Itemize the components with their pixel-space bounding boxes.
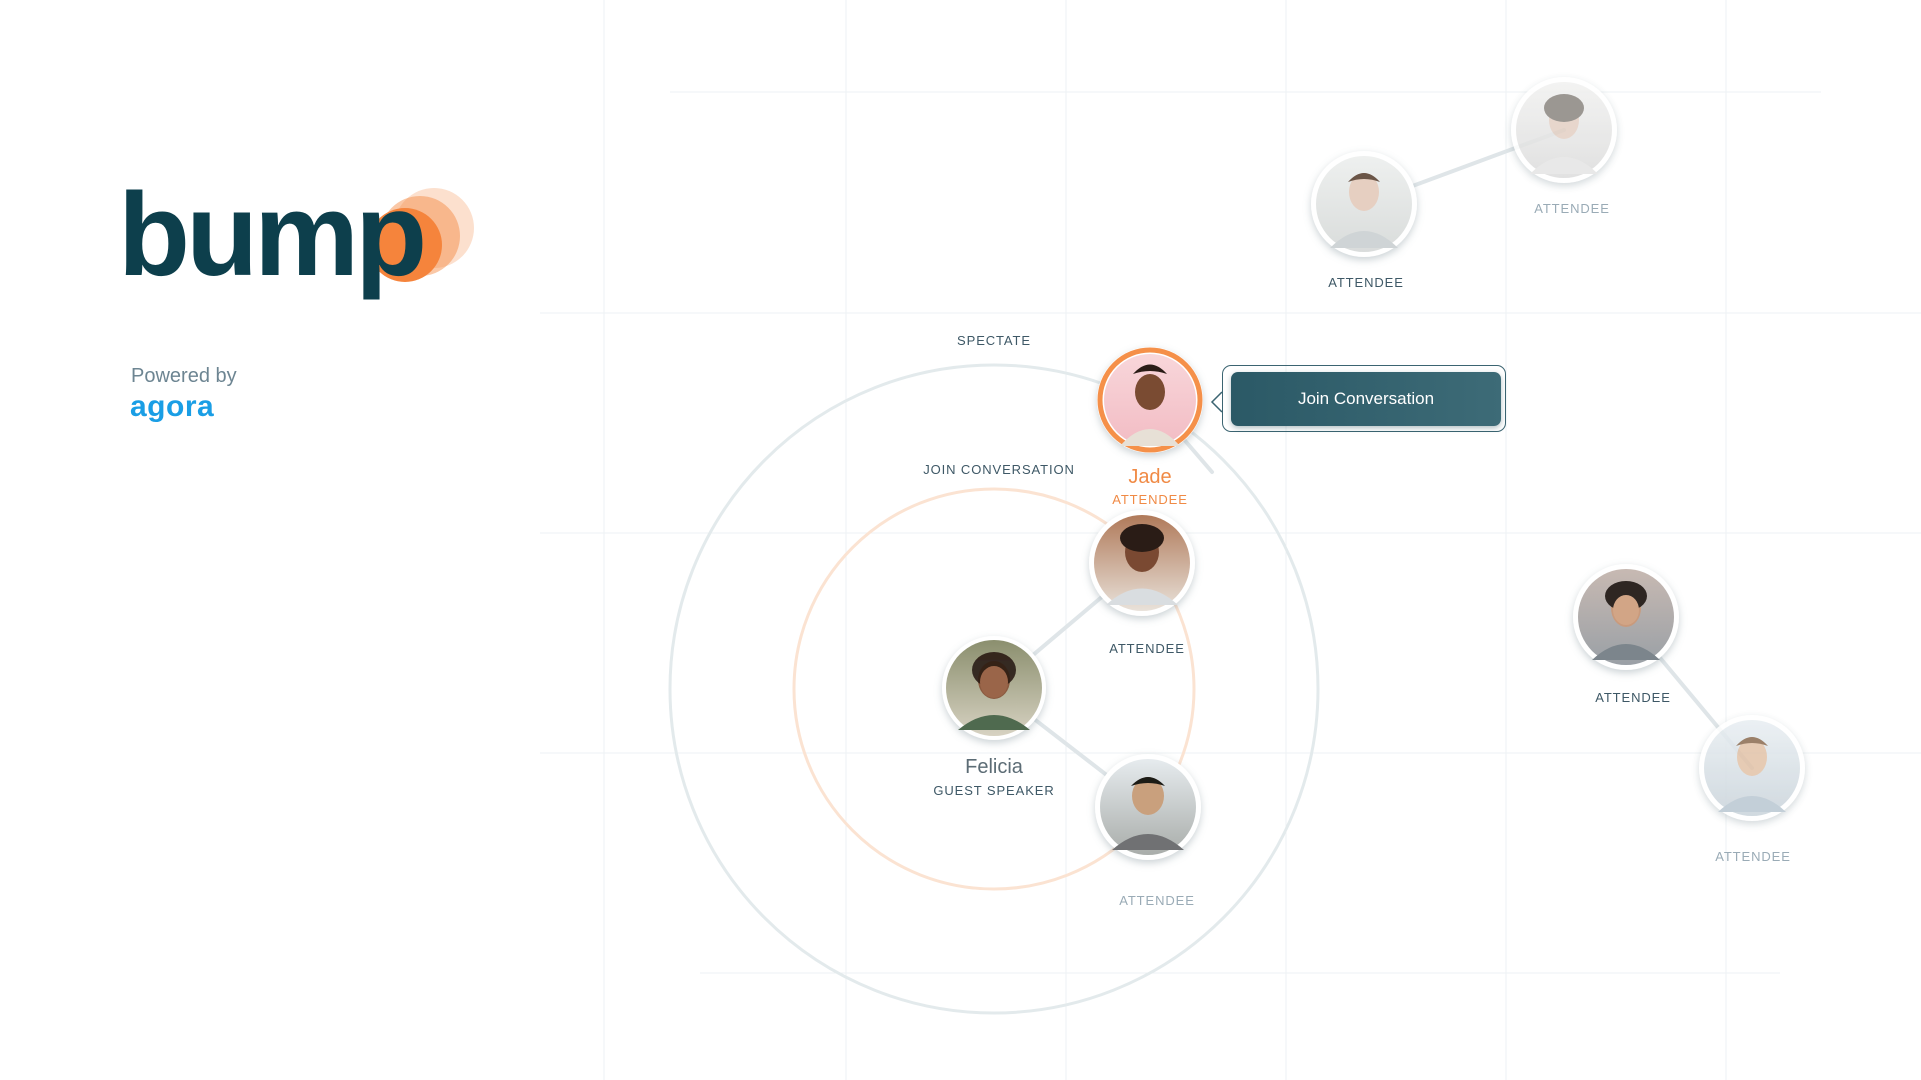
avatar-bearded — [1089, 510, 1195, 616]
felicia-name: Felicia — [965, 756, 1023, 778]
join-conversation-ring-label: JOIN CONVERSATION — [923, 462, 1075, 477]
avatar-top-b — [1511, 77, 1617, 183]
top-a-attendee-role: ATTENDEE — [1328, 275, 1404, 290]
right-a-attendee-role: ATTENDEE — [1595, 690, 1671, 705]
spectate-ring-label: SPECTATE — [957, 333, 1031, 348]
proximity-map — [368, 0, 1921, 1080]
avatar-right-a — [1573, 564, 1679, 670]
avatar-right-b — [1699, 715, 1805, 821]
avatar-felicia — [942, 636, 1046, 740]
avatar-jade — [1097, 347, 1203, 453]
join-conversation-button[interactable]: Join Conversation — [1231, 372, 1501, 426]
powered-by-label: Powered by — [131, 365, 237, 387]
bearded-attendee-role: ATTENDEE — [1109, 641, 1185, 656]
callout-pointer — [1210, 391, 1223, 413]
jade-name: Jade — [1128, 466, 1172, 488]
avatar-top-a — [1311, 151, 1417, 257]
agora-logo: agora — [130, 390, 215, 423]
jade-role: ATTENDEE — [1112, 492, 1188, 507]
bottom-attendee-role: ATTENDEE — [1119, 893, 1195, 908]
top-b-attendee-role: ATTENDEE — [1534, 201, 1610, 216]
bump-logo: bump — [118, 169, 427, 301]
avatar-bottom-center — [1095, 754, 1201, 860]
background-grid — [540, 0, 1921, 1080]
felicia-role: GUEST SPEAKER — [933, 783, 1055, 798]
right-b-attendee-role: ATTENDEE — [1715, 849, 1791, 864]
